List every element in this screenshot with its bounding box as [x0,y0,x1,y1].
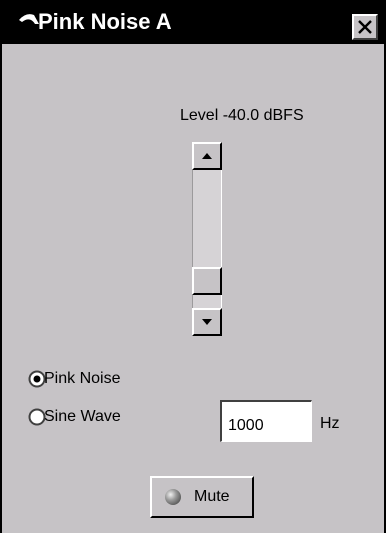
pink-noise-window: Pink Noise A Level -40.0 dBFS Pink Noise [0,0,386,533]
close-button[interactable] [352,14,378,40]
app-swoosh-icon [18,12,40,26]
level-down-button[interactable] [192,308,222,336]
arrow-down-icon [202,319,212,325]
level-slider-thumb[interactable] [192,267,222,295]
led-indicator-icon [164,488,182,506]
radio-pink-noise-label: Pink Noise [44,370,121,387]
frequency-input[interactable] [220,400,312,442]
mute-button[interactable]: Mute [150,476,254,518]
mute-label: Mute [194,488,230,505]
level-readout: Level -40.0 dBFS [180,107,304,124]
level-slider-track[interactable] [192,142,222,336]
window-title: Pink Noise A [38,9,172,34]
radio-sine-wave-label: Sine Wave [44,408,121,425]
close-icon [358,20,372,34]
frequency-unit-label: Hz [320,415,340,432]
title-bar[interactable]: Pink Noise A [2,0,384,44]
level-up-button[interactable] [192,142,222,170]
arrow-up-icon [202,153,212,159]
